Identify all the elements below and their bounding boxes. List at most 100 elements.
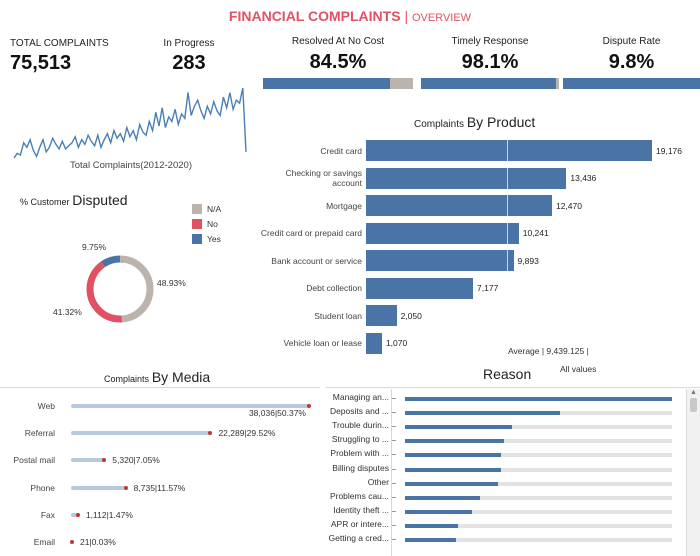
media-label: Postal mail [13, 455, 55, 466]
reason-tick [392, 412, 396, 414]
disputed-chart-title: % Customer Disputed [20, 192, 128, 208]
reason-label: Managing an... [332, 392, 389, 402]
disputed-title-main: Disputed [72, 192, 128, 208]
reason-label: Struggling to ... [331, 434, 389, 445]
disputed-title-prefix: % Customer [20, 197, 70, 207]
media-bar [71, 458, 105, 463]
reason-label: Problem with ... [330, 448, 389, 459]
kpi-timely: Timely Response 98.1% [421, 36, 559, 89]
media-dot [75, 512, 80, 517]
product-value-label: 2,050 [400, 310, 422, 321]
kpi-in-progress: In Progress 283 [145, 38, 233, 75]
divider-media [0, 387, 320, 388]
reason-tick [392, 539, 396, 540]
product-label-line: account [332, 178, 362, 188]
reason-bar [405, 425, 512, 430]
media-dot [70, 540, 74, 544]
timely-progress-fill [421, 78, 557, 89]
reason-label: Trouble durin... [332, 420, 389, 431]
kpi-in-progress-value: 283 [172, 52, 206, 74]
media-chart: Web 38,036|50.37% Referral 22,289|29.52% Pos… [0, 392, 322, 556]
product-chart-title: Complaints By Product [414, 114, 535, 130]
product-label-line: Checking or savings [285, 168, 362, 178]
donut-label: 48.93% [157, 278, 186, 288]
trend-caption: Total Complaints(2012-2020) [70, 160, 192, 171]
kpi-resolved-label: Resolved At No Cost [291, 36, 385, 47]
product-value-label: 12,470 [555, 200, 582, 211]
reason-chart: Managing an... Deposits and ... Trouble du… [326, 389, 686, 556]
title-main: FINANCIAL COMPLAINTS [228, 8, 401, 24]
product-bar [366, 167, 567, 189]
resolved-progress-fill [263, 78, 390, 89]
title-separator: | [404, 8, 409, 24]
kpi-dispute-value: 9.8% [608, 51, 655, 73]
resolved-progress-track [263, 78, 413, 89]
kpi-timely-label: Timely Response [451, 36, 529, 47]
reason-scrollbar[interactable]: ▲ [686, 389, 700, 556]
product-bar [366, 332, 382, 354]
scrollbar-thumb[interactable] [690, 398, 697, 412]
media-dot [307, 404, 311, 408]
reason-chart-title: Reason [483, 366, 532, 382]
reason-tick [392, 524, 396, 526]
product-bar [366, 250, 514, 271]
product-chart: Credit card 19,176 Checking or savings acco… [250, 140, 700, 355]
media-label: Referral [24, 428, 55, 439]
product-label-line: Credit card [320, 145, 362, 156]
reason-label: Other [367, 476, 389, 487]
product-value-label: 7,177 [477, 283, 499, 293]
kpi-total-complaints: TOTAL COMPLAINTS 75,513 [10, 38, 122, 75]
reason-tick [392, 426, 396, 428]
reason-label: Billing disputes [332, 462, 389, 473]
reason-bar [405, 495, 480, 500]
product-label: Credit card [222, 146, 362, 156]
media-label: Email [33, 537, 55, 547]
media-chart-title: Complaints By Media [104, 369, 210, 385]
kpi-total-value: 75,513 [10, 52, 72, 74]
media-bar [71, 485, 126, 490]
scroll-up-icon[interactable]: ▲ [687, 389, 700, 396]
reason-tick [392, 440, 396, 442]
product-label-line: Mortgage [326, 200, 362, 211]
timely-progress-track [421, 78, 559, 89]
reason-bar [405, 509, 472, 514]
reason-bar [405, 538, 456, 542]
media-bar [71, 431, 211, 436]
media-label: Fax [40, 509, 55, 520]
product-label: Mortgage [222, 201, 362, 211]
dashboard-title: FINANCIAL COMPLAINTS | OVERVIEW [0, 8, 700, 24]
reason-tick [392, 482, 396, 484]
reason-label: APR or intere... [330, 518, 389, 529]
product-average-sublabel: All values [560, 364, 597, 374]
disputed-donut: 48.93% 41.32% 9.75% [53, 242, 186, 323]
reason-tick [392, 496, 396, 498]
kpi-total-label: TOTAL COMPLAINTS [10, 38, 109, 49]
product-title-main: By Product [466, 114, 536, 130]
product-value-label: 9,893 [517, 255, 539, 266]
reason-tick [392, 510, 396, 512]
trend-sparkline [13, 87, 247, 159]
product-value-label: 19,176 [656, 145, 682, 156]
reason-tick [392, 454, 396, 456]
media-title-main: By Media [151, 369, 211, 385]
legend-row: N/A [192, 201, 221, 216]
product-bar [366, 195, 552, 216]
legend-label: N/A [207, 203, 222, 214]
product-bar [366, 277, 474, 299]
kpi-in-progress-label: In Progress [163, 38, 215, 49]
product-average-line [506, 140, 508, 354]
reason-label: Deposits and ... [329, 406, 389, 417]
product-bar [366, 305, 397, 326]
legend-swatch [192, 203, 202, 214]
reason-bar [405, 439, 504, 444]
product-average-label: Average | 9,439.125 | [508, 346, 589, 356]
media-label: Phone [30, 482, 55, 493]
reason-tick [392, 398, 396, 399]
trend-line [13, 87, 247, 159]
reason-bar [405, 523, 459, 528]
kpi-timely-value: 98.1% [461, 51, 519, 73]
media-label: Web [37, 401, 55, 411]
product-value-label: 1,070 [385, 338, 408, 348]
media-dot [208, 431, 213, 436]
media-value-label: 5,320|7.05% [112, 455, 160, 466]
